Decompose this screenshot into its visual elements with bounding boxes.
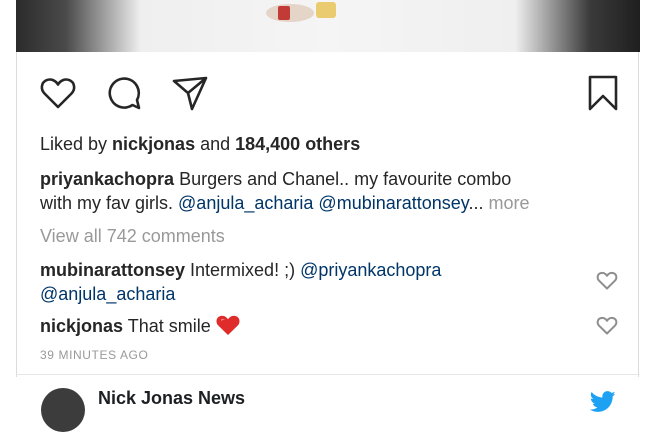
comment-1-mention-anjula[interactable]: @anjula_acharia bbox=[40, 284, 175, 304]
caption-text: Burgers and Chanel.. my favourite combo bbox=[174, 169, 512, 189]
view-all-comments-link[interactable]: View all 742 comments bbox=[40, 224, 225, 248]
comment-1-line-1: mubinarattonsey Intermixed! ;) @priyanka… bbox=[40, 258, 441, 282]
post-image[interactable] bbox=[16, 0, 640, 52]
caption-mention-anjula[interactable]: @anjula_acharia bbox=[178, 193, 313, 213]
image-plate bbox=[266, 4, 314, 22]
red-heart-emoji-icon bbox=[215, 314, 241, 336]
caption-line-1: priyankachopra Burgers and Chanel.. my f… bbox=[40, 167, 511, 191]
twitter-bird-icon[interactable] bbox=[589, 391, 616, 413]
caption-ellipsis: ... bbox=[468, 193, 484, 213]
account-name-link[interactable]: Nick Jonas News bbox=[98, 388, 245, 409]
share-icon[interactable] bbox=[170, 73, 210, 113]
avatar[interactable] bbox=[41, 388, 85, 432]
comment-1-mention-priyanka[interactable]: @priyankachopra bbox=[300, 260, 441, 280]
embed-divider bbox=[16, 374, 640, 375]
likes-middle: and bbox=[195, 134, 236, 154]
comment-1-user-link[interactable]: mubinarattonsey bbox=[40, 260, 185, 280]
comment-1-line-2: @anjula_acharia bbox=[40, 282, 175, 306]
comment-1-text: Intermixed! ;) bbox=[185, 260, 301, 280]
image-fries bbox=[316, 2, 336, 18]
likes-user-link[interactable]: nickjonas bbox=[112, 134, 195, 154]
caption-more-link[interactable]: more bbox=[488, 193, 529, 213]
comment-2-like-icon[interactable] bbox=[595, 313, 619, 337]
image-cup bbox=[278, 6, 290, 20]
caption-line-2: with my fav girls. @anjula_acharia @mubi… bbox=[40, 191, 529, 215]
caption-text-continued: with my fav girls. bbox=[40, 193, 179, 213]
bookmark-icon[interactable] bbox=[583, 73, 623, 113]
likes-count[interactable]: 184,400 others bbox=[235, 134, 360, 154]
likes-line[interactable]: Liked by nickjonas and 184,400 others bbox=[40, 132, 360, 156]
likes-prefix: Liked by bbox=[40, 134, 113, 154]
comment-icon[interactable] bbox=[104, 73, 144, 113]
caption-user-link[interactable]: priyankachopra bbox=[40, 169, 174, 189]
caption-mention-mubina[interactable]: @mubinarattonsey bbox=[318, 193, 468, 213]
post-timestamp: 39 MINUTES AGO bbox=[40, 348, 149, 362]
comment-2-text: That smile bbox=[123, 316, 211, 336]
comment-2: nickjonas That smile bbox=[40, 314, 241, 338]
comment-2-user-link[interactable]: nickjonas bbox=[40, 316, 123, 336]
heart-icon[interactable] bbox=[38, 73, 78, 113]
comment-1-like-icon[interactable] bbox=[595, 268, 619, 292]
